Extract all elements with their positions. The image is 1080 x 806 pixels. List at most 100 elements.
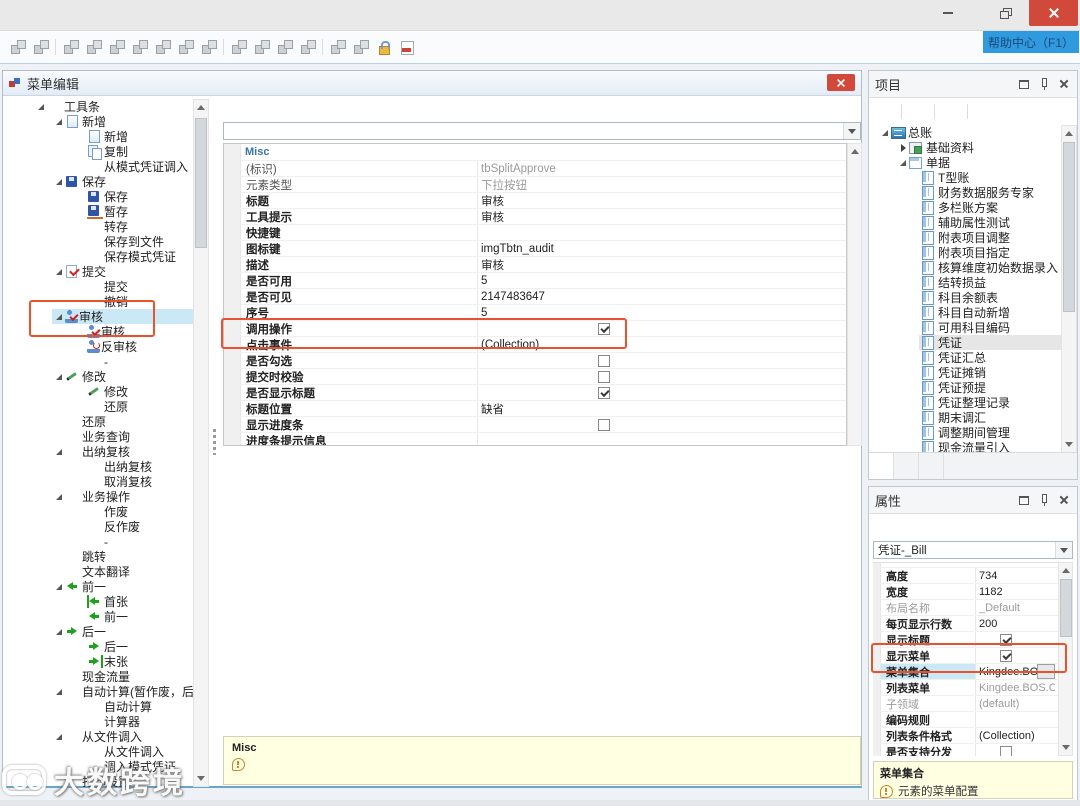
property-value[interactable]: 1182 — [976, 586, 1058, 598]
project-toolbar-icon[interactable] — [875, 102, 895, 121]
project-tree-item[interactable]: 凭证 — [873, 335, 1061, 350]
expander-icon[interactable] — [909, 232, 921, 244]
property-toolbar-icon[interactable] — [898, 518, 918, 537]
project-tree-item[interactable]: 辅助属性测试 — [873, 215, 1061, 230]
expander-icon[interactable] — [879, 127, 891, 139]
expander-icon[interactable] — [75, 161, 87, 173]
close-panel-icon[interactable] — [1057, 493, 1071, 507]
expander-icon[interactable] — [75, 611, 87, 623]
project-tree-item[interactable]: 凭证摊销 — [873, 365, 1061, 380]
project-toolbar-icon[interactable] — [964, 102, 971, 121]
property-row[interactable]: 图标键 imgTbtn_audit — [224, 241, 846, 257]
property-toolbar-icon[interactable] — [944, 518, 964, 537]
expander-icon[interactable] — [909, 382, 921, 394]
menu-tree-item[interactable]: 计算器 — [9, 714, 193, 729]
property-row[interactable]: 是否勾选 — [224, 353, 846, 369]
toolbar-icon[interactable] — [174, 37, 197, 57]
menu-tree-item[interactable]: 修改 — [9, 384, 193, 399]
expander-icon[interactable] — [53, 551, 65, 563]
expander-icon[interactable] — [909, 262, 921, 274]
toolbar-icon[interactable] — [227, 37, 250, 57]
properties-scrollbar[interactable] — [1058, 562, 1073, 756]
property-value[interactable] — [976, 746, 1058, 757]
property-row[interactable]: 列表菜单 Kingdee.BOS.Cor... — [873, 680, 1058, 696]
project-tree-item[interactable]: 凭证汇总 — [873, 350, 1061, 365]
toolbar-icon[interactable] — [151, 37, 174, 57]
project-tree-item[interactable]: 调整期间管理 — [873, 425, 1061, 440]
menu-tree-item[interactable]: 审核 — [9, 324, 193, 339]
property-row[interactable]: 高度 734 — [873, 568, 1058, 584]
checkbox[interactable] — [598, 355, 610, 367]
menu-editor-close-button[interactable] — [827, 74, 855, 91]
expander-icon[interactable] — [909, 172, 921, 184]
expander-icon[interactable] — [75, 296, 87, 308]
menu-tree-item[interactable]: 末张 — [9, 654, 193, 669]
expander-icon[interactable] — [909, 427, 921, 439]
property-value[interactable] — [478, 419, 846, 431]
menu-tree-item[interactable]: 自动计算 — [9, 699, 193, 714]
project-tree-item[interactable]: 核算维度初始数据录入 — [873, 260, 1061, 275]
expander-icon[interactable] — [53, 416, 65, 428]
ellipsis-button[interactable]: ... — [1037, 664, 1055, 679]
property-row[interactable]: 菜单集合 Kingdee.BOS.... ... — [873, 664, 1058, 680]
expander-icon[interactable] — [53, 116, 65, 128]
menu-tree-item[interactable]: 还原 — [9, 399, 193, 414]
category-row[interactable]: Misc — [224, 144, 846, 161]
property-row[interactable]: 显示进度条 — [224, 417, 846, 433]
property-value[interactable] — [976, 634, 1058, 646]
menu-tree-item[interactable]: 从模式凭证调入 — [9, 159, 193, 174]
checkbox[interactable] — [1000, 650, 1012, 662]
property-row[interactable]: 标题 审核 — [224, 193, 846, 209]
property-toolbar-icon[interactable] — [269, 101, 289, 120]
property-row[interactable]: 提交时校验 — [224, 369, 846, 385]
toolbar-icon[interactable] — [273, 37, 296, 57]
property-row[interactable]: 每页显示行数 200 — [873, 616, 1058, 632]
property-value[interactable]: 5 — [478, 275, 846, 287]
expander-icon[interactable] — [75, 356, 87, 368]
expander-icon[interactable] — [909, 412, 921, 424]
expander-icon[interactable] — [75, 716, 87, 728]
menu-tree-item[interactable]: 反作废 — [9, 519, 193, 534]
expander-icon[interactable] — [75, 191, 87, 203]
toolbar-icon[interactable] — [52, 37, 59, 57]
property-value[interactable] — [478, 323, 846, 335]
property-row[interactable]: 是否可用 5 — [224, 273, 846, 289]
expander-icon[interactable] — [75, 461, 87, 473]
scroll-down-icon[interactable] — [194, 771, 208, 786]
checkbox[interactable] — [598, 419, 610, 431]
menu-tree-item[interactable]: 保存 — [9, 174, 193, 189]
property-value[interactable] — [478, 387, 846, 399]
menu-tree-item[interactable]: 审核 — [9, 309, 193, 324]
project-toolbar-icon[interactable] — [941, 102, 961, 121]
project-toolbar-icon[interactable] — [931, 102, 938, 121]
toolbar-icon[interactable] — [250, 37, 273, 57]
property-value[interactable]: 734 — [976, 570, 1058, 582]
toolbar-icon[interactable] — [220, 37, 227, 57]
project-tree-item[interactable]: 期末调汇 — [873, 410, 1061, 425]
project-toolbar-icon[interactable] — [974, 102, 994, 121]
menu-tree-item[interactable]: 从文件调入 — [9, 744, 193, 759]
property-value[interactable] — [478, 355, 846, 367]
property-row[interactable]: (标识) tbSplitApprove — [224, 161, 846, 177]
scroll-down-icon[interactable] — [1062, 437, 1076, 452]
menu-tree-item[interactable]: 调入模式凭证 — [9, 759, 193, 774]
property-row[interactable]: 子领域 (default) — [873, 696, 1058, 712]
menu-tree-item[interactable]: 复制 — [9, 144, 193, 159]
property-row[interactable]: 元素类型 下拉按钮 — [224, 177, 846, 193]
menu-tree-item[interactable]: - — [9, 354, 193, 369]
expander-icon[interactable] — [75, 641, 87, 653]
property-value[interactable]: imgTbtn_audit — [478, 243, 846, 255]
object-selector-combo[interactable]: 凭证-_Bill — [873, 541, 1073, 559]
scrollbar-thumb[interactable] — [1063, 142, 1075, 312]
expander-icon[interactable] — [909, 187, 921, 199]
property-value[interactable] — [976, 650, 1058, 662]
expander-icon[interactable] — [75, 401, 87, 413]
scroll-down-icon[interactable] — [1059, 740, 1073, 755]
menu-tree-item[interactable]: 转存 — [9, 219, 193, 234]
menu-tree-item[interactable]: 现金流量 — [9, 669, 193, 684]
menu-tree-item[interactable]: 还原 — [9, 414, 193, 429]
menu-tree-item[interactable]: 自动计算(暂作废，后期... — [9, 684, 193, 699]
expander-icon[interactable] — [909, 292, 921, 304]
checkbox[interactable] — [1000, 746, 1012, 757]
checkbox[interactable] — [1000, 634, 1012, 646]
